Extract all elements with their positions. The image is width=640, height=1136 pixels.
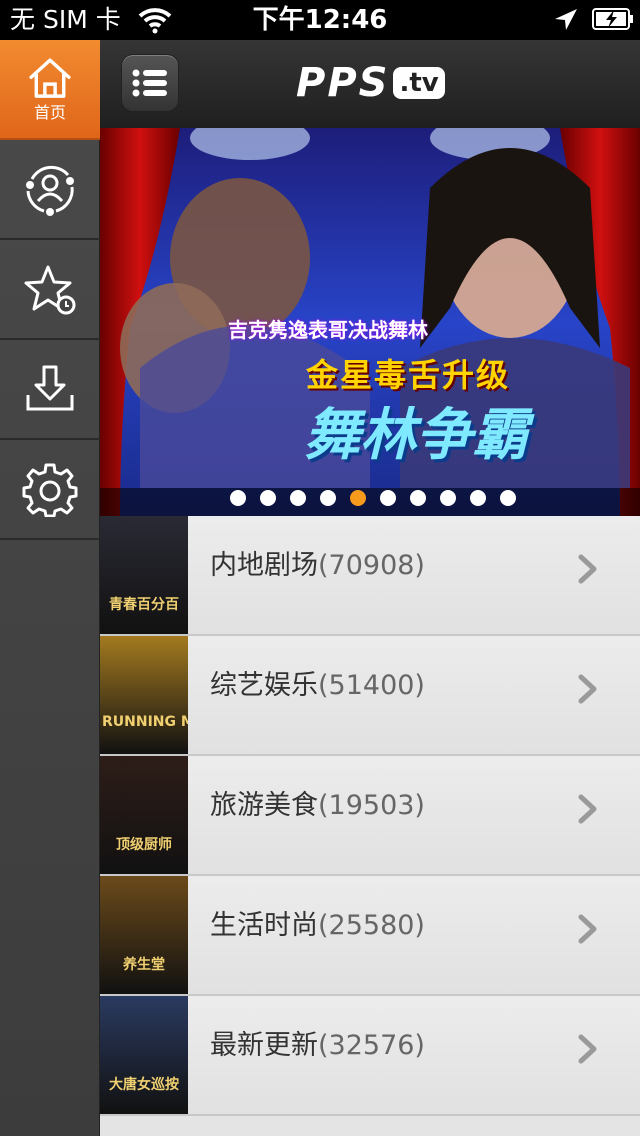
sidebar-item-home[interactable]: 首页 — [0, 40, 100, 140]
carousel-dot[interactable] — [380, 490, 396, 506]
category-label: 综艺娱乐(51400) — [210, 666, 425, 706]
category-thumbnail: 青春百分百 — [100, 516, 188, 634]
category-count: (70908) — [318, 550, 425, 581]
favorite-star-icon — [24, 265, 76, 315]
chevron-right-icon — [578, 914, 597, 944]
featured-banner[interactable]: 吉克隽逸表哥决战舞林 金星毒舌升级 舞林争霸 — [100, 128, 640, 516]
category-name: 最新更新 — [210, 1030, 318, 1061]
category-label: 旅游美食(19503) — [210, 786, 425, 826]
category-thumbnail: RUNNING MAN — [100, 636, 188, 754]
category-row[interactable]: 养生堂 生活时尚(25580) — [100, 876, 640, 996]
thumbnail-caption: 青春百分百 — [109, 597, 179, 613]
logo-text: PPS — [296, 60, 390, 106]
location-arrow-icon — [555, 9, 577, 30]
thumbnail-caption: 大唐女巡按 — [109, 1077, 179, 1093]
category-thumbnail: 大唐女巡按 — [100, 996, 188, 1114]
chevron-right-icon — [578, 554, 597, 584]
category-thumbnail: 养生堂 — [100, 876, 188, 994]
sidebar-item-settings[interactable] — [0, 440, 100, 540]
category-count: (32576) — [318, 1030, 425, 1061]
category-count: (25580) — [318, 910, 425, 941]
carousel-dot[interactable] — [410, 490, 426, 506]
sidebar-item-community[interactable] — [0, 140, 100, 240]
thumbnail-caption: RUNNING MAN — [102, 714, 188, 730]
top-header: PPS .tv — [100, 40, 640, 128]
category-name: 旅游美食 — [210, 790, 318, 821]
community-icon — [26, 165, 74, 216]
chevron-right-icon — [578, 674, 597, 704]
category-row[interactable]: 顶级厨师 旅游美食(19503) — [100, 756, 640, 876]
carousel-dot[interactable] — [260, 490, 276, 506]
download-icon — [26, 365, 74, 411]
banner-caption-large: 舞林争霸 — [304, 403, 528, 468]
category-row[interactable]: 青春百分百 内地剧场(70908) — [100, 516, 640, 636]
category-row[interactable]: RUNNING MAN 综艺娱乐(51400) — [100, 636, 640, 756]
clock-time: 下午12:46 — [252, 5, 388, 35]
carousel-pagination — [100, 488, 640, 516]
carousel-dot[interactable] — [440, 490, 456, 506]
carousel-dot[interactable] — [230, 490, 246, 506]
category-count: (19503) — [318, 790, 425, 821]
sidebar-item-download[interactable] — [0, 340, 100, 440]
pps-logo: PPS .tv — [296, 60, 445, 106]
category-name: 内地剧场 — [210, 550, 318, 581]
logo-suffix: .tv — [393, 67, 445, 99]
category-count: (51400) — [318, 670, 425, 701]
carousel-dot[interactable] — [350, 490, 366, 506]
carousel-dot[interactable] — [500, 490, 516, 506]
side-nav: 首页 — [0, 40, 100, 1136]
category-thumbnail: 顶级厨师 — [100, 756, 188, 874]
category-list: 青春百分百 内地剧场(70908) RUNNING MAN 综艺娱乐(51400) 顶级… — [100, 516, 640, 1136]
status-bar: 无 SIM 卡 下午12:46 — [0, 0, 640, 40]
carousel-dot[interactable] — [320, 490, 336, 506]
home-icon — [29, 58, 71, 98]
battery-charging-icon — [592, 8, 633, 30]
category-row[interactable]: 大唐女巡按 最新更新(32576) — [100, 996, 640, 1116]
thumbnail-caption: 养生堂 — [123, 957, 165, 973]
list-menu-icon — [132, 69, 167, 97]
sidebar-item-favorites[interactable] — [0, 240, 100, 340]
settings-gear-icon — [22, 463, 78, 517]
category-label: 生活时尚(25580) — [210, 906, 425, 946]
thumbnail-caption: 顶级厨师 — [116, 837, 172, 853]
carousel-dot[interactable] — [470, 490, 486, 506]
chevron-right-icon — [578, 794, 597, 824]
carousel-dot[interactable] — [290, 490, 306, 506]
chevron-right-icon — [578, 1034, 597, 1064]
menu-button[interactable] — [121, 54, 179, 112]
category-name: 综艺娱乐 — [210, 670, 318, 701]
sidebar-item-label: 首页 — [33, 103, 66, 122]
category-label: 内地剧场(70908) — [210, 546, 425, 586]
category-label: 最新更新(32576) — [210, 1026, 425, 1066]
banner-caption-small: 吉克隽逸表哥决战舞林 — [228, 318, 428, 342]
category-name: 生活时尚 — [210, 910, 318, 941]
